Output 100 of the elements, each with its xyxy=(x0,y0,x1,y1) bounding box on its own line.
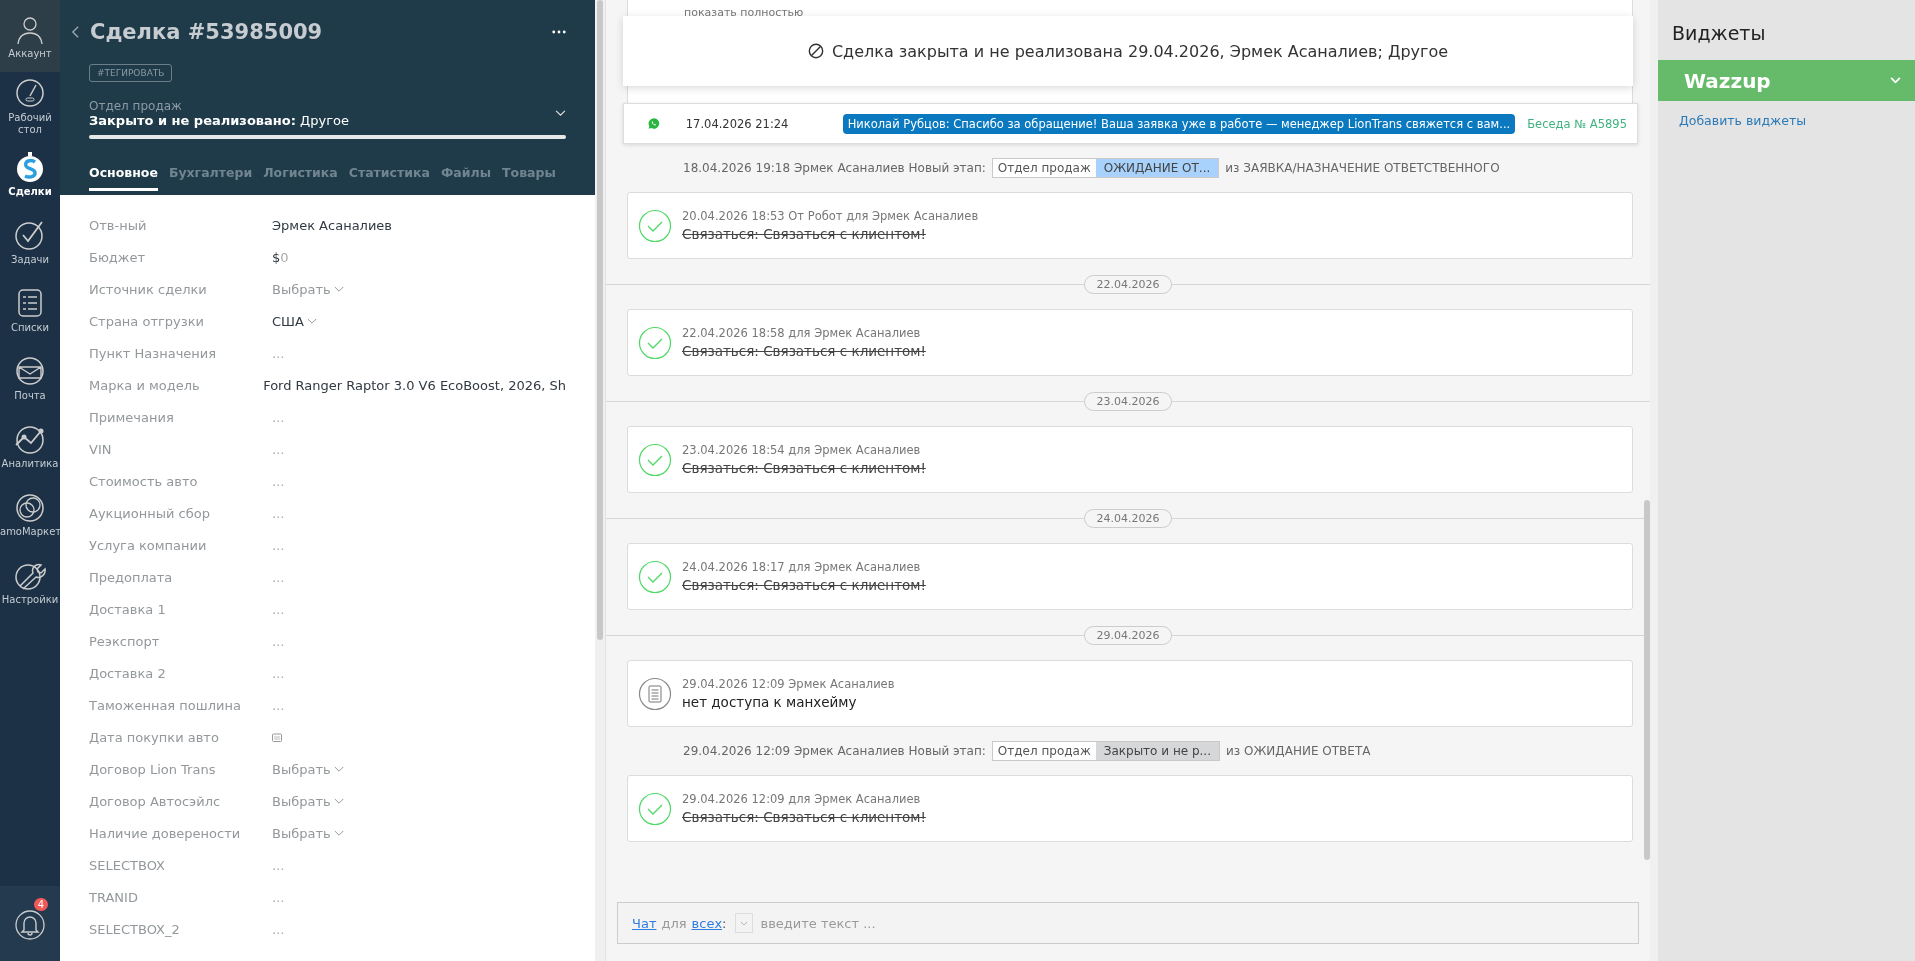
field-select[interactable]: Выбрать xyxy=(272,761,344,777)
chat-link[interactable]: Чат xyxy=(632,915,657,931)
back-icon[interactable] xyxy=(71,25,80,39)
tag-button[interactable]: #ТЕГИРОВАТЬ xyxy=(89,64,173,82)
field-label: SELECTBOX xyxy=(89,857,166,873)
field-label: Бюджет xyxy=(89,249,147,265)
field-label: Страна отгрузки xyxy=(89,313,205,329)
nav-item[interactable]: Аккаунт xyxy=(0,0,60,72)
select-placeholder: Выбрать xyxy=(272,793,331,809)
check-circle-icon[interactable] xyxy=(638,325,672,360)
field-value[interactable]: ... xyxy=(272,409,285,425)
field-value[interactable]: ... xyxy=(272,345,285,361)
field-value[interactable]: ... xyxy=(272,921,285,937)
field-label: Отв-ный xyxy=(89,217,148,233)
nav-item[interactable]: Настройки xyxy=(0,548,60,616)
prohibited-icon xyxy=(807,43,824,59)
select-placeholder: Выбрать xyxy=(272,761,331,777)
field-value: Эрмек Асаналиев xyxy=(272,217,392,233)
field-value[interactable]: ... xyxy=(272,537,285,553)
field-value[interactable]: ... xyxy=(272,473,285,489)
check-circle-icon[interactable] xyxy=(638,559,672,594)
stage-chip: Отдел продаж ОЖИДАНИЕ ОТ... xyxy=(991,158,1220,178)
field-value[interactable]: ... xyxy=(272,857,285,873)
nav-item[interactable]: Аналитика xyxy=(0,412,60,480)
stage-from-text: из ЗАЯВКА/НАЗНАЧЕНИЕ ОТВЕТСТВЕННОГО xyxy=(1225,161,1500,175)
field-value[interactable]: ... xyxy=(272,889,285,905)
field-value[interactable]: ... xyxy=(272,665,285,681)
chevron-down-icon xyxy=(333,765,344,773)
nav-item[interactable]: Почта xyxy=(0,344,60,412)
chevron-down-icon xyxy=(555,110,566,117)
tab[interactable]: Файлы xyxy=(440,165,492,191)
dropdown-toggle[interactable] xyxy=(735,913,754,933)
field-value[interactable]: ... xyxy=(272,601,285,617)
field-value[interactable]: ... xyxy=(272,569,285,585)
check-circle-icon[interactable] xyxy=(638,442,672,477)
field-value[interactable]: $0 xyxy=(272,249,289,265)
nav-item[interactable]: Рабочий стол xyxy=(0,72,60,140)
more-icon[interactable] xyxy=(552,30,566,34)
check-circle-icon[interactable] xyxy=(638,208,672,243)
field-label: Дата покупки авто xyxy=(89,729,220,745)
field-value[interactable]: ... xyxy=(272,441,285,457)
field-select[interactable]: Выбрать xyxy=(272,825,344,841)
field-select[interactable]: Выбрать xyxy=(272,281,344,297)
status-select[interactable]: Отдел продаж Закрыто и не реализовано: Другое xyxy=(89,99,566,128)
tab[interactable]: Статистика xyxy=(348,165,430,191)
field-label: Доставка 2 xyxy=(89,665,167,681)
task-meta: 29.04.2026 12:09 для Эрмек Асаналиев xyxy=(682,792,922,806)
field-label: Реэкспорт xyxy=(89,633,161,649)
widgets-title: Виджеты xyxy=(1671,22,1767,44)
date-separator: 22.04.2026 xyxy=(1083,274,1173,294)
field-label: Договор Lion Trans xyxy=(89,761,217,777)
chevron-down-icon xyxy=(306,317,317,325)
field-label: Источник сделки xyxy=(89,281,208,297)
show-all-link[interactable]: показать полностью xyxy=(684,6,804,19)
field-label: Аукционный сбор xyxy=(89,505,211,521)
field-select[interactable]: Выбрать xyxy=(272,793,344,809)
stage-change-text: 29.04.2026 12:09 Эрмек Асаналиев Новый этап: xyxy=(683,744,986,758)
chevron-down-icon xyxy=(1890,77,1901,84)
stage-chip: Отдел продаж Закрыто и не р... xyxy=(991,741,1220,761)
gauge-icon xyxy=(14,76,46,109)
field-value[interactable]: ... xyxy=(272,697,285,713)
tab[interactable]: Бухгалтери xyxy=(168,165,253,191)
envelope-icon xyxy=(14,354,46,387)
scrollbar[interactable] xyxy=(1644,500,1650,860)
conversation-link[interactable]: Беседа № A5895 xyxy=(1527,116,1627,131)
field-label: Примечания xyxy=(89,409,175,425)
tab[interactable]: Логистика xyxy=(263,165,338,191)
chat-input[interactable]: Чат для всех: введите текст ... xyxy=(617,902,1639,944)
stage-change-text: 18.04.2026 19:18 Эрмек Асаналиев Новый этап: xyxy=(683,161,986,175)
calendar-icon[interactable] xyxy=(272,732,282,742)
field-value[interactable]: ... xyxy=(272,633,285,649)
task-text: Связаться: Связаться с клиентом! xyxy=(682,809,926,825)
widget-header[interactable]: Wazzup xyxy=(1658,60,1915,101)
task-meta: 24.04.2026 18:17 для Эрмек Асаналиев xyxy=(682,560,922,574)
chevron-down-icon xyxy=(333,829,344,837)
nav-item[interactable]: Задачи xyxy=(0,208,60,276)
field-value[interactable]: ... xyxy=(272,505,285,521)
chat-message-row[interactable]: 17.04.2026 21:24 Николай Рубцов: Спасибо за обращение! Ваша заявка уже в работе — менеджер LionTrans свяжется с вам... Беседа № A5895 xyxy=(623,103,1638,144)
composer-label: для xyxy=(661,915,687,931)
field-select[interactable]: США xyxy=(272,313,317,329)
tab[interactable]: Основное xyxy=(89,165,158,191)
chat-bubble-icon xyxy=(648,115,660,132)
chevron-down-icon xyxy=(740,920,749,926)
check-circle-icon[interactable] xyxy=(638,791,672,826)
bell-icon[interactable] xyxy=(14,907,46,940)
scrollbar[interactable] xyxy=(597,0,603,640)
field-label: SELECTBOX_2 xyxy=(89,921,181,937)
nav-item[interactable]: Списки xyxy=(0,276,60,344)
task-text: Связаться: Связаться с клиентом! xyxy=(682,226,927,242)
nav-item[interactable]: Сделки xyxy=(0,140,60,208)
note-text: нет доступа к манхейму xyxy=(682,694,858,710)
nav-item[interactable]: amoМаркет xyxy=(0,480,60,548)
pipeline-label: Отдел продаж xyxy=(89,99,183,113)
tab[interactable]: Товары xyxy=(502,165,556,191)
add-widgets-link[interactable]: Добавить виджеты xyxy=(1658,101,1915,128)
field-label: Пункт Назначения xyxy=(89,345,218,361)
field-label: Доставка 1 xyxy=(89,601,167,617)
field-label: VIN xyxy=(89,441,113,457)
select-placeholder: Выбрать xyxy=(272,281,331,297)
lead-title: Сделка #53985009 xyxy=(90,20,324,44)
